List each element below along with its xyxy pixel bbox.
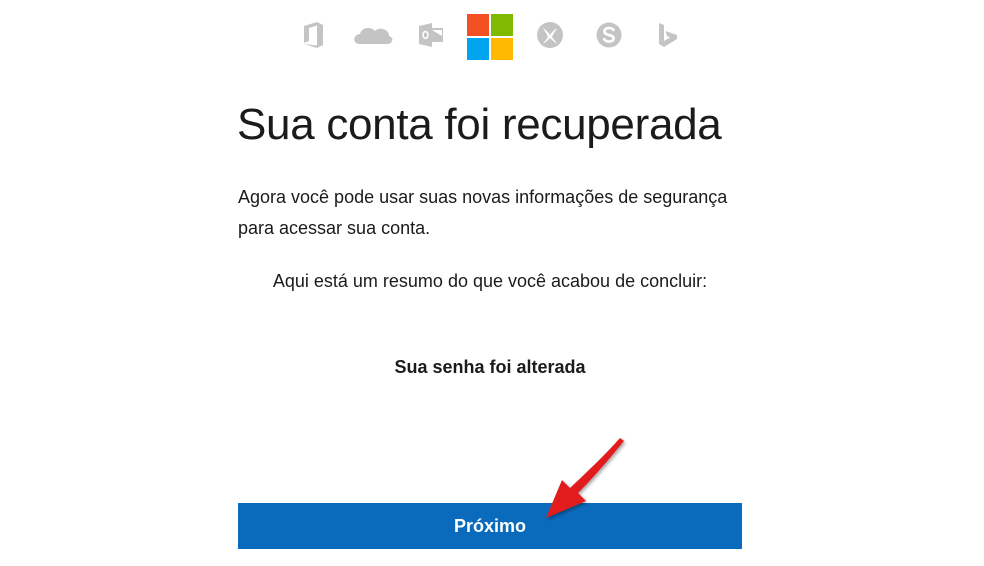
next-button[interactable]: Próximo	[238, 503, 742, 549]
onedrive-icon	[352, 20, 394, 50]
page-title: Sua conta foi recuperada	[237, 100, 722, 149]
summary-lead-text: Aqui está um resumo do que você acabou d…	[272, 271, 708, 291]
skype-icon	[594, 20, 624, 50]
microsoft-logo	[467, 14, 513, 60]
account-recovered-page: Sua conta foi recuperada Agora você pode…	[0, 0, 984, 566]
logo-square-green	[491, 14, 513, 36]
outlook-icon	[416, 20, 446, 50]
intro-text: Agora você pode usar suas novas informaç…	[238, 187, 728, 238]
logo-square-blue	[467, 38, 489, 60]
bing-icon	[653, 20, 683, 50]
product-icons-strip	[0, 12, 984, 62]
logo-square-yellow	[491, 38, 513, 60]
xbox-icon	[535, 20, 565, 50]
office-icon	[298, 20, 328, 50]
logo-square-red	[467, 14, 489, 36]
summary-item-password-changed: Sua senha foi alterada	[394, 357, 586, 377]
